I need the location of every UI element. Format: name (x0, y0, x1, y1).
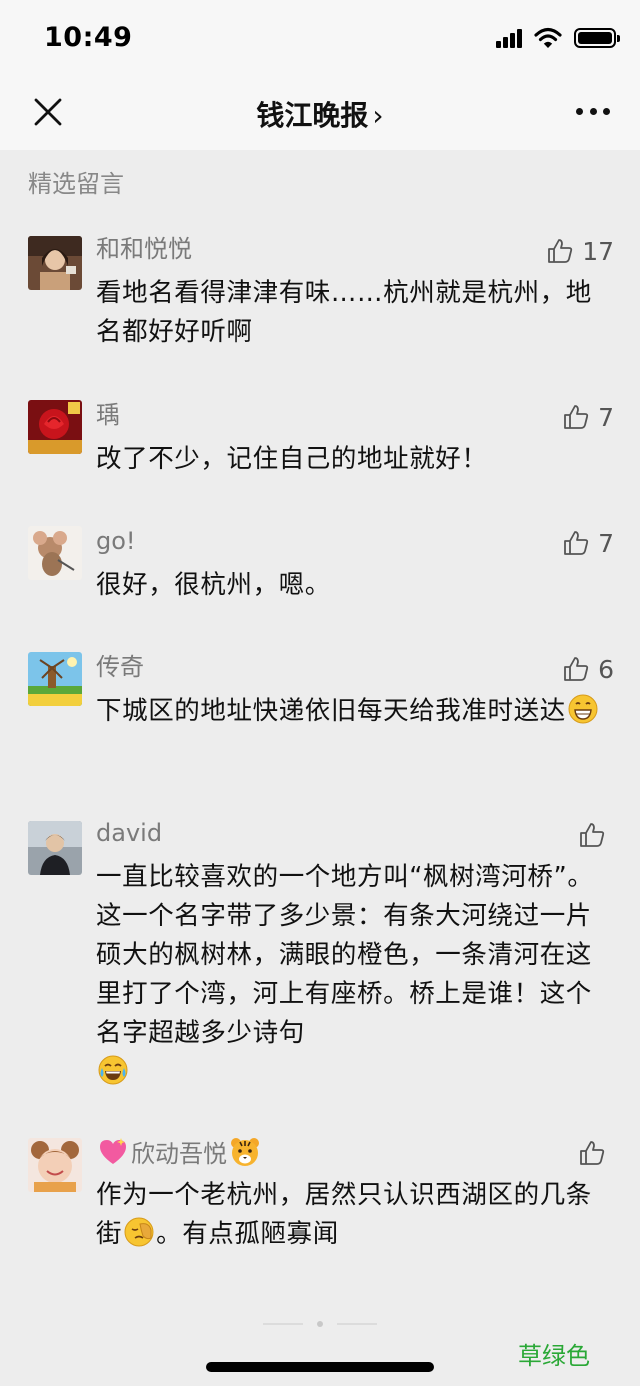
comment-author-name: 欣动吾悦 (131, 1140, 227, 1168)
comment-text-part: 下城区的地址快递依旧每天给我准时送达 (96, 696, 566, 726)
avatar[interactable] (28, 400, 82, 454)
comment-text: 很好，很杭州，嗯。 (96, 570, 331, 600)
account-title[interactable]: 钱江晚报 › (0, 94, 640, 134)
chevron-right-icon: › (372, 99, 384, 132)
like-button[interactable]: 7 (562, 526, 614, 560)
thumbs-up-icon (564, 531, 589, 555)
like-count: 7 (598, 528, 614, 558)
account-title-text: 钱江晚报 (256, 99, 369, 132)
facepalm-face-icon (124, 1217, 154, 1247)
comment-text-part: 。有点孤陋寡闻 (156, 1219, 339, 1249)
tears-of-joy-face-icon (98, 1055, 128, 1085)
comment-author: 瑀 (96, 401, 120, 429)
status-bar: 10:49 (0, 0, 640, 78)
comment-text: 一直比较喜欢的一个地方叫“枫树湾河桥”。这一个名字带了多少景：有条大河绕过一片硕… (96, 858, 606, 1092)
avatar[interactable] (28, 236, 82, 290)
signal-icon (496, 28, 524, 48)
page-indicator (0, 1318, 640, 1330)
battery-icon (574, 28, 620, 48)
tiger-face-icon (231, 1138, 259, 1166)
sparkling-heart-icon (100, 1138, 126, 1164)
comment-author: david (96, 819, 163, 847)
thumbs-up-icon (580, 823, 605, 847)
avatar[interactable] (28, 1138, 82, 1192)
more-icon[interactable] (576, 108, 610, 118)
like-button[interactable]: 6 (562, 652, 614, 686)
comment-text-part: 一直比较喜欢的一个地方叫“枫树湾河桥”。这一个名字带了多少景：有条大河绕过一片硕… (96, 862, 594, 1048)
watermark-text: 草绿色 (518, 1342, 590, 1370)
avatar[interactable] (28, 652, 82, 706)
nav-bar: 钱江晚报 › (0, 78, 640, 150)
like-button[interactable]: 7 (562, 400, 614, 434)
like-button[interactable] (578, 818, 614, 852)
comment-text: 下城区的地址快递依旧每天给我准时送达 (96, 692, 606, 731)
section-title: 精选留言 (28, 170, 124, 198)
avatar[interactable] (28, 821, 82, 875)
like-count: 7 (598, 402, 614, 432)
comment-text: 改了不少，记住自己的地址就好！ (96, 444, 488, 474)
comment-author: 和和悦悦 (96, 235, 192, 263)
like-count: 6 (598, 654, 614, 684)
thumbs-up-icon (564, 405, 589, 429)
screen: 10:49 钱江晚报 › 精选留言 和和悦悦 17 看地名看得津津有味……杭州就… (0, 0, 640, 1386)
status-icons (496, 26, 620, 50)
like-count: 17 (582, 236, 614, 266)
wifi-icon (534, 27, 562, 48)
grinning-face-icon (568, 694, 598, 724)
like-button[interactable] (578, 1136, 614, 1170)
thumbs-up-icon (564, 657, 589, 681)
home-indicator[interactable] (206, 1362, 434, 1372)
comment-text: 作为一个老杭州，居然只认识西湖区的几条街 。有点孤陋寡闻 (96, 1176, 606, 1254)
thumbs-up-icon (580, 1141, 605, 1165)
thumbs-up-icon (548, 239, 573, 263)
comment-text: 看地名看得津津有味……杭州就是杭州，地名都好好听啊 (96, 278, 592, 347)
like-button[interactable]: 17 (546, 234, 614, 268)
status-time: 10:49 (44, 22, 133, 53)
comment-author: 传奇 (96, 653, 144, 681)
avatar[interactable] (28, 526, 82, 580)
comment-author: go! (96, 527, 136, 555)
comment-author: 欣动吾悦 (96, 1136, 262, 1169)
